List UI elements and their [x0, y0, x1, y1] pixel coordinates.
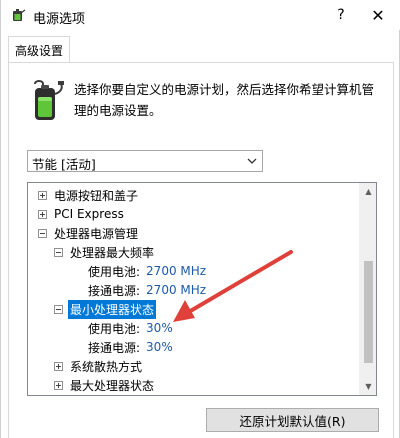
tree-item-label-selected: 最小处理器状态: [68, 299, 157, 319]
tree-item-label: 接通电源:: [88, 340, 141, 355]
tree-item-max-frequency[interactable]: 处理器最大频率: [54, 242, 154, 262]
intro-text: 选择你要自定义的电源计划，然后选择你希望计算机管理的电源设置。: [74, 82, 375, 118]
power-plan-value: 节能 [活动]: [32, 157, 96, 172]
tree-item-power-buttons[interactable]: 电源按钮和盖子: [38, 185, 138, 205]
tree-item-max-processor-state[interactable]: 最大处理器状态: [54, 375, 154, 395]
tree-item-processor-power[interactable]: 处理器电源管理: [38, 223, 138, 243]
tree-item-label: 使用电池:: [88, 264, 141, 279]
scroll-thumb[interactable]: [364, 261, 373, 363]
expand-icon[interactable]: [54, 380, 63, 390]
tree-item-min-processor-state[interactable]: 最小处理器状态: [54, 299, 157, 319]
chevron-down-icon: [247, 158, 257, 164]
setting-value-link[interactable]: 2700 MHz: [146, 264, 206, 278]
power-options-window: 电源选项 ? ✕ 高级设置 选择你要自定义的电源计划，然后选择你希望计算机管理的…: [0, 0, 400, 438]
setting-value-link[interactable]: 30%: [146, 340, 173, 354]
tree-item-label: 系统散热方式: [70, 359, 143, 374]
tree-item-min-state-plugged[interactable]: 接通电源: 30%: [88, 337, 173, 357]
close-button[interactable]: ✕: [355, 0, 400, 30]
title-bar: 电源选项 ? ✕: [1, 0, 400, 30]
tree-scrollbar[interactable]: ▲ ▼: [359, 183, 376, 395]
window-title: 电源选项: [33, 12, 86, 27]
power-settings-tree[interactable]: 电源按钮和盖子 PCI Express 处理器电源管理 处理器最大频率 使用电池…: [27, 182, 377, 396]
battery-plug-icon: [34, 80, 64, 120]
tree-item-label: 处理器最大频率: [70, 245, 155, 260]
tree-item-cooling-policy[interactable]: 系统散热方式: [54, 356, 142, 376]
power-options-icon: [13, 9, 26, 21]
tree-item-max-freq-plugged[interactable]: 接通电源: 2700 MHz: [88, 280, 206, 300]
setting-value-link[interactable]: 30%: [146, 321, 173, 335]
tree-item-max-freq-battery[interactable]: 使用电池: 2700 MHz: [88, 261, 206, 281]
restore-defaults-button[interactable]: 还原计划默认值(R): [206, 408, 379, 432]
tree-item-label: PCI Express: [54, 207, 124, 221]
setting-value-link[interactable]: 2700 MHz: [146, 283, 206, 297]
tree-item-label: 电源按钮和盖子: [54, 188, 139, 203]
tree-item-label: 接通电源:: [88, 283, 141, 298]
expand-icon[interactable]: [38, 209, 47, 219]
tree-item-label: 最大处理器状态: [70, 378, 155, 393]
power-plan-select[interactable]: 节能 [活动]: [27, 150, 263, 172]
expand-icon[interactable]: [38, 190, 47, 200]
scroll-down-button[interactable]: ▼: [360, 378, 376, 395]
scroll-up-button[interactable]: ▲: [360, 183, 376, 200]
collapse-icon[interactable]: [54, 304, 63, 314]
tab-strip: 高级设置: [1, 30, 400, 66]
tree-item-min-state-battery[interactable]: 使用电池: 30%: [88, 318, 173, 338]
tree-item-pci-express[interactable]: PCI Express: [38, 204, 124, 224]
collapse-icon[interactable]: [54, 247, 63, 257]
tree-item-label: 处理器电源管理: [54, 226, 139, 241]
tab-label: 高级设置: [14, 43, 63, 58]
expand-icon[interactable]: [54, 361, 63, 371]
collapse-icon[interactable]: [38, 228, 47, 238]
tree-item-label: 使用电池:: [88, 321, 141, 336]
tab-advanced-settings[interactable]: 高级设置: [8, 36, 70, 63]
